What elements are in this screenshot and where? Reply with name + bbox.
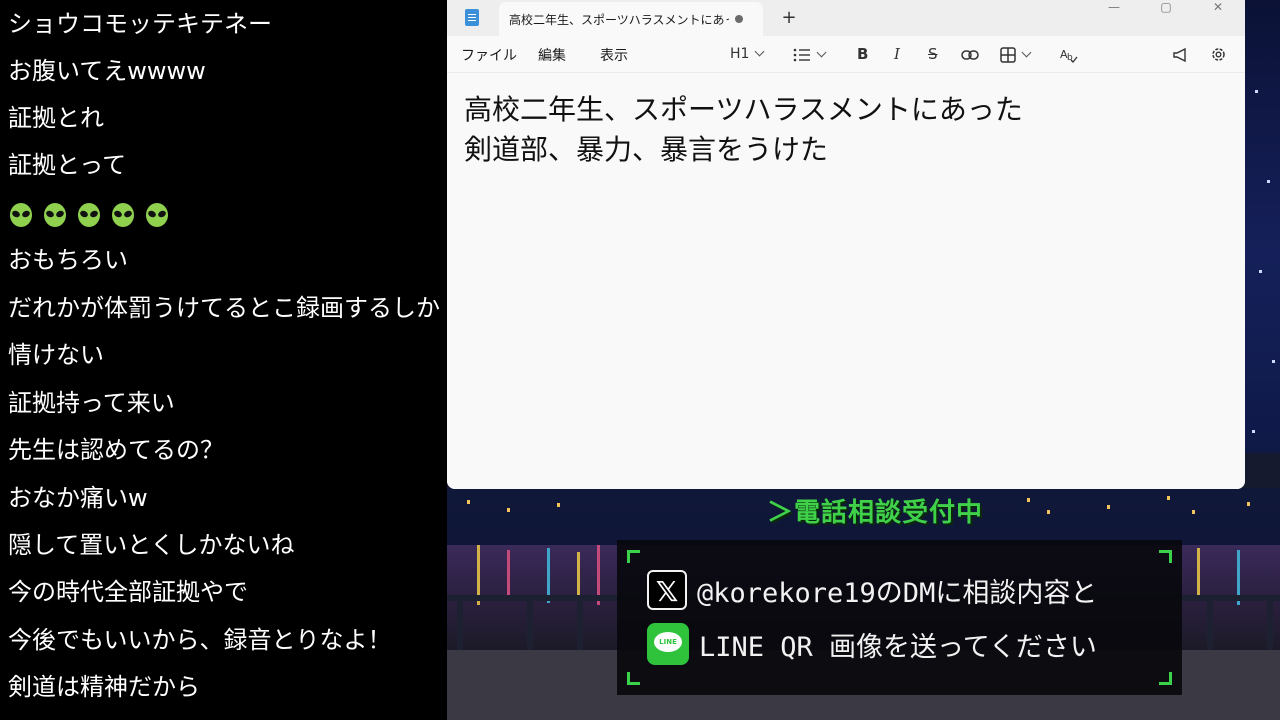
document-tab[interactable]: 高校二年生、スポーツハラスメントにあった	[499, 2, 763, 36]
line-contact-row: LINE LINE QR 画像を送ってください	[647, 622, 1097, 666]
chat-message: おなか痛いw	[8, 484, 148, 512]
heading-label: H1	[730, 46, 750, 62]
link-button[interactable]	[961, 44, 979, 64]
alien-emoji-icon	[78, 203, 100, 227]
chat-message: 今の時代全部証拠やで	[8, 578, 248, 606]
alien-emoji-icon	[146, 203, 168, 227]
announcement-button[interactable]	[1172, 44, 1190, 64]
chat-message: お腹いてえwwww	[8, 57, 206, 85]
chevron-down-icon	[1021, 47, 1032, 58]
announcement-icon	[1173, 47, 1186, 62]
chat-message: 情けない	[8, 341, 104, 369]
chat-message: だれかが体罰うけてるとこ録画するしか	[8, 294, 440, 322]
menu-bar: ファイル 編集 表示 H1 B I S Ab	[447, 36, 1245, 73]
list-icon	[793, 48, 810, 61]
chevron-down-icon	[816, 47, 827, 58]
menu-view[interactable]: 表示	[600, 45, 628, 65]
chat-panel: ショウコモッテキテネー お腹いてえwwww 証拠とれ 証拠とって おもちろい だ…	[0, 0, 447, 720]
chat-message: 証拠とって	[8, 151, 127, 179]
alien-emoji-icon	[44, 203, 66, 227]
text-editor[interactable]: 高校二年生、スポーツハラスメントにあった 剣道部、暴力、暴言をうけた	[447, 73, 1245, 489]
italic-button[interactable]: I	[894, 44, 900, 64]
close-button[interactable]: ✕	[1195, 0, 1241, 14]
title-bar: 高校二年生、スポーツハラスメントにあった + — ▢ ✕	[447, 0, 1245, 36]
chat-message: 証拠とれ	[8, 104, 104, 132]
document-line[interactable]: 高校二年生、スポーツハラスメントにあった	[464, 90, 1023, 130]
unsaved-dot-icon[interactable]	[735, 15, 743, 23]
chat-message: 証拠持って来い	[8, 389, 175, 417]
strikethrough-button[interactable]: S	[928, 44, 938, 64]
chat-message: 隠して置いとくしかないね	[8, 531, 295, 559]
notepad-app-icon	[465, 9, 479, 26]
minimize-button[interactable]: —	[1091, 0, 1137, 14]
document-line[interactable]: 剣道部、暴力、暴言をうけた	[464, 130, 828, 170]
table-icon	[1000, 46, 1016, 63]
chat-message: ショウコモッテキテネー	[8, 10, 272, 38]
chat-message: おもちろい	[8, 246, 128, 274]
bold-button[interactable]: B	[857, 44, 868, 64]
gear-icon	[1212, 48, 1225, 61]
chat-message: 剣道は精神だから	[8, 673, 200, 701]
alien-emoji-icon	[112, 203, 134, 227]
x-logo-icon: 𝕏	[647, 570, 687, 610]
alien-emoji-icon	[10, 203, 32, 227]
notepad-window: 高校二年生、スポーツハラスメントにあった + — ▢ ✕ ファイル 編集 表示 …	[447, 0, 1245, 489]
maximize-button[interactable]: ▢	[1143, 0, 1189, 14]
tab-title: 高校二年生、スポーツハラスメントにあった	[509, 13, 729, 27]
x-contact-row: 𝕏 @korekore19のDMに相談内容と	[647, 568, 1097, 612]
chevron-down-icon	[754, 46, 765, 57]
table-dropdown[interactable]	[1000, 44, 1032, 64]
link-icon	[961, 49, 979, 60]
chat-message: 先生は認めてるの？	[8, 436, 224, 464]
line-logo-icon: LINE	[647, 623, 689, 665]
list-dropdown[interactable]	[793, 44, 827, 64]
x-contact-text: @korekore19のDMに相談内容と	[697, 577, 1098, 609]
chat-message: 今後でもいいから、録音とりなよ！	[8, 626, 392, 654]
spellcheck-button[interactable]: Ab	[1060, 44, 1078, 64]
line-contact-text: LINE QR 画像を送ってください	[699, 631, 1097, 663]
menu-file[interactable]: ファイル	[461, 45, 517, 65]
settings-button[interactable]	[1210, 44, 1227, 64]
menu-edit[interactable]: 編集	[538, 45, 566, 65]
heading-dropdown[interactable]: H1	[730, 44, 765, 64]
contact-info-panel: 𝕏 @korekore19のDMに相談内容と LINE LINE QR 画像を送…	[617, 540, 1182, 695]
spellcheck-icon: Ab	[1060, 48, 1078, 63]
chat-message-emoji-row	[8, 194, 447, 234]
new-tab-button[interactable]: +	[779, 8, 799, 28]
phone-consultation-banner: ＞電話相談受付中	[767, 498, 984, 528]
